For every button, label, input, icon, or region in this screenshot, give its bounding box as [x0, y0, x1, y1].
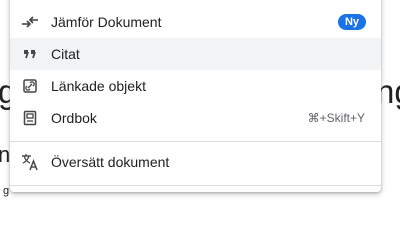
menu-item-partial[interactable]: [10, 0, 381, 2]
translate-icon: [20, 152, 40, 172]
menu-divider: [10, 185, 381, 186]
tools-dropdown-menu: Jämför Dokument Ny Citat Länkade objekt …: [10, 0, 381, 192]
menu-item-dictionary[interactable]: Ordbok ⌘+Skift+Y: [10, 102, 381, 134]
new-badge: Ny: [337, 14, 366, 30]
menu-item-citations[interactable]: Citat: [10, 38, 381, 70]
compare-arrows-icon: [20, 12, 40, 32]
keyboard-shortcut: ⌘+Skift+Y: [307, 111, 365, 125]
document-canvas: g ng ni g Jämför Dokument Ny: [0, 0, 400, 200]
menu-divider: [10, 141, 381, 142]
menu-item-compare-documents[interactable]: Jämför Dokument Ny: [10, 6, 381, 38]
quote-icon: [20, 44, 40, 64]
menu-item-translate-document[interactable]: Översätt dokument: [10, 146, 381, 178]
menu-item-label: Översätt dokument: [51, 154, 170, 170]
menu-item-label: Citat: [51, 46, 80, 62]
menu-item-linked-objects[interactable]: Länkade objekt: [10, 70, 381, 102]
document-text-fragment: g: [3, 185, 10, 197]
menu-item-label: Ordbok: [51, 110, 97, 126]
menu-item-label: Länkade objekt: [51, 78, 146, 94]
menu-item-label: Jämför Dokument: [51, 14, 162, 30]
linked-objects-icon: [20, 76, 40, 96]
dictionary-icon: [20, 108, 40, 128]
